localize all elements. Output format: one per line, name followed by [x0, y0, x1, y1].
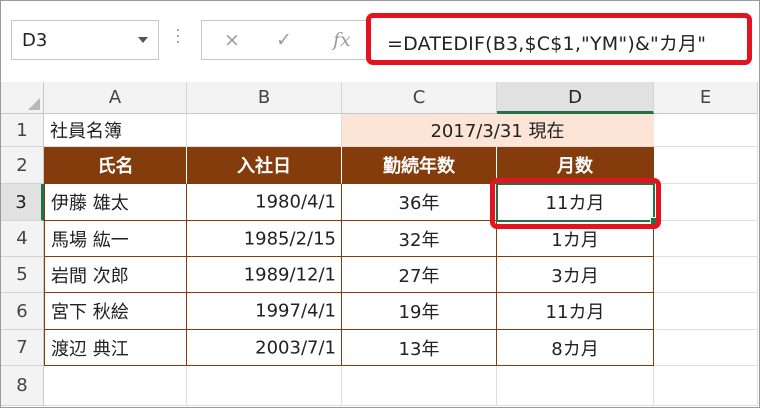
insert-function-icon[interactable]: fx	[333, 29, 351, 51]
cell-d6[interactable]: 11カ月	[497, 293, 654, 330]
cell-c7[interactable]: 13年	[342, 330, 497, 366]
sheet-title: 社員名簿	[50, 121, 122, 142]
months-of-service: 11カ月	[545, 302, 605, 323]
employee-name: 馬場 紘一	[51, 229, 129, 251]
formula-input[interactable]: =DATEDIF(B3,$C$1,"YM")&"カ月"	[366, 13, 752, 65]
cell-c6[interactable]: 19年	[342, 293, 497, 330]
cell-e8[interactable]	[654, 366, 758, 406]
formula-bar: D3 × ✓ fx =DATEDIF(B3,$C$1,"YM")&"カ月"	[1, 1, 758, 81]
cell-b1[interactable]	[187, 114, 342, 147]
row-header-8[interactable]: 8	[1, 366, 44, 406]
formula-text: =DATEDIF(B3,$C$1,"YM")&"カ月"	[387, 33, 707, 55]
hire-date: 1980/4/1	[255, 191, 336, 213]
row-header-7[interactable]: 7	[1, 330, 44, 366]
cell-c5[interactable]: 27年	[342, 257, 497, 293]
employee-name: 岩間 次郎	[51, 265, 129, 287]
cell-c2[interactable]: 勤続年数	[342, 147, 497, 184]
cell-e4[interactable]	[654, 221, 758, 257]
column-header-e[interactable]: E	[654, 82, 758, 114]
cell-a4[interactable]: 馬場 紘一	[44, 221, 187, 257]
cell-c8[interactable]	[342, 366, 497, 406]
cell-b6[interactable]: 1997/4/1	[187, 293, 342, 330]
name-box[interactable]: D3	[11, 20, 159, 60]
employee-name: 宮下 秋絵	[51, 302, 129, 323]
cell-d7[interactable]: 8カ月	[497, 330, 654, 366]
formula-buttons: × ✓ fx	[201, 20, 369, 60]
employee-name: 渡辺 典江	[51, 338, 129, 360]
cell-a6[interactable]: 宮下 秋絵	[44, 293, 187, 330]
years-of-service: 19年	[398, 302, 440, 323]
header-name: 氏名	[97, 156, 134, 177]
check-icon[interactable]: ✓	[276, 29, 292, 51]
cell-a8[interactable]	[44, 366, 187, 406]
cell-d8[interactable]	[497, 366, 654, 406]
cell-b2[interactable]: 入社日	[187, 147, 342, 184]
hire-date: 1985/2/15	[243, 228, 336, 249]
months-of-service: 8カ月	[551, 338, 599, 360]
cell-a7[interactable]: 渡辺 典江	[44, 330, 187, 366]
row-header-4[interactable]: 4	[1, 221, 44, 257]
row-header-5[interactable]: 5	[1, 257, 44, 293]
cancel-icon[interactable]: ×	[224, 29, 240, 51]
years-of-service: 27年	[398, 265, 440, 287]
cell-a5[interactable]: 岩間 次郎	[44, 257, 187, 293]
cell-c1[interactable]: 2017/3/31 現在	[342, 114, 654, 147]
employee-name: 伊藤 雄太	[51, 193, 129, 214]
years-of-service: 13年	[398, 338, 440, 360]
drag-handle-icon[interactable]	[177, 29, 180, 53]
header-years: 勤続年数	[383, 156, 455, 177]
select-all-button[interactable]	[1, 82, 44, 114]
cell-e7[interactable]	[654, 330, 758, 366]
hire-date: 2003/7/1	[255, 337, 336, 358]
worksheet-grid: A B C D E 1 2 3 4 5 6 7 8 社員名簿 2017/3/31…	[1, 82, 758, 406]
cell-e5[interactable]	[654, 257, 758, 293]
row-header-2[interactable]: 2	[1, 147, 44, 184]
column-header-a[interactable]: A	[44, 82, 187, 114]
column-header-c[interactable]: C	[342, 82, 497, 114]
cell-b8[interactable]	[187, 366, 342, 406]
cell-e3[interactable]	[654, 184, 758, 221]
months-of-service: 1カ月	[551, 229, 599, 251]
row-header-1[interactable]: 1	[1, 114, 44, 147]
row-header-3[interactable]: 3	[1, 184, 44, 221]
cell-a3[interactable]: 伊藤 雄太	[44, 184, 187, 221]
header-months: 月数	[557, 156, 593, 177]
cell-e6[interactable]	[654, 293, 758, 330]
hire-date: 1997/4/1	[255, 300, 336, 322]
cell-d5[interactable]: 3カ月	[497, 257, 654, 293]
cell-c4[interactable]: 32年	[342, 221, 497, 257]
cell-c3[interactable]: 36年	[342, 184, 497, 221]
cell-a2[interactable]: 氏名	[44, 147, 187, 184]
years-of-service: 36年	[398, 193, 440, 214]
cell-a1[interactable]: 社員名簿	[44, 114, 187, 147]
cell-b4[interactable]: 1985/2/15	[187, 221, 342, 257]
cell-b5[interactable]: 1989/12/1	[187, 257, 342, 293]
as-of-date: 2017/3/31 現在	[430, 121, 565, 142]
months-of-service: 3カ月	[551, 265, 599, 287]
years-of-service: 32年	[398, 229, 440, 251]
cell-e2[interactable]	[654, 147, 758, 184]
cell-e1[interactable]	[654, 114, 758, 147]
column-header-b[interactable]: B	[187, 82, 342, 114]
hire-date: 1989/12/1	[243, 264, 336, 285]
header-hire-date: 入社日	[237, 156, 291, 177]
column-header-d[interactable]: D	[497, 82, 654, 114]
highlight-box	[490, 178, 661, 229]
cell-b3[interactable]: 1980/4/1	[187, 184, 342, 221]
name-box-value: D3	[22, 30, 48, 51]
cell-b7[interactable]: 2003/7/1	[187, 330, 342, 366]
chevron-down-icon[interactable]	[138, 37, 148, 43]
row-header-6[interactable]: 6	[1, 293, 44, 330]
